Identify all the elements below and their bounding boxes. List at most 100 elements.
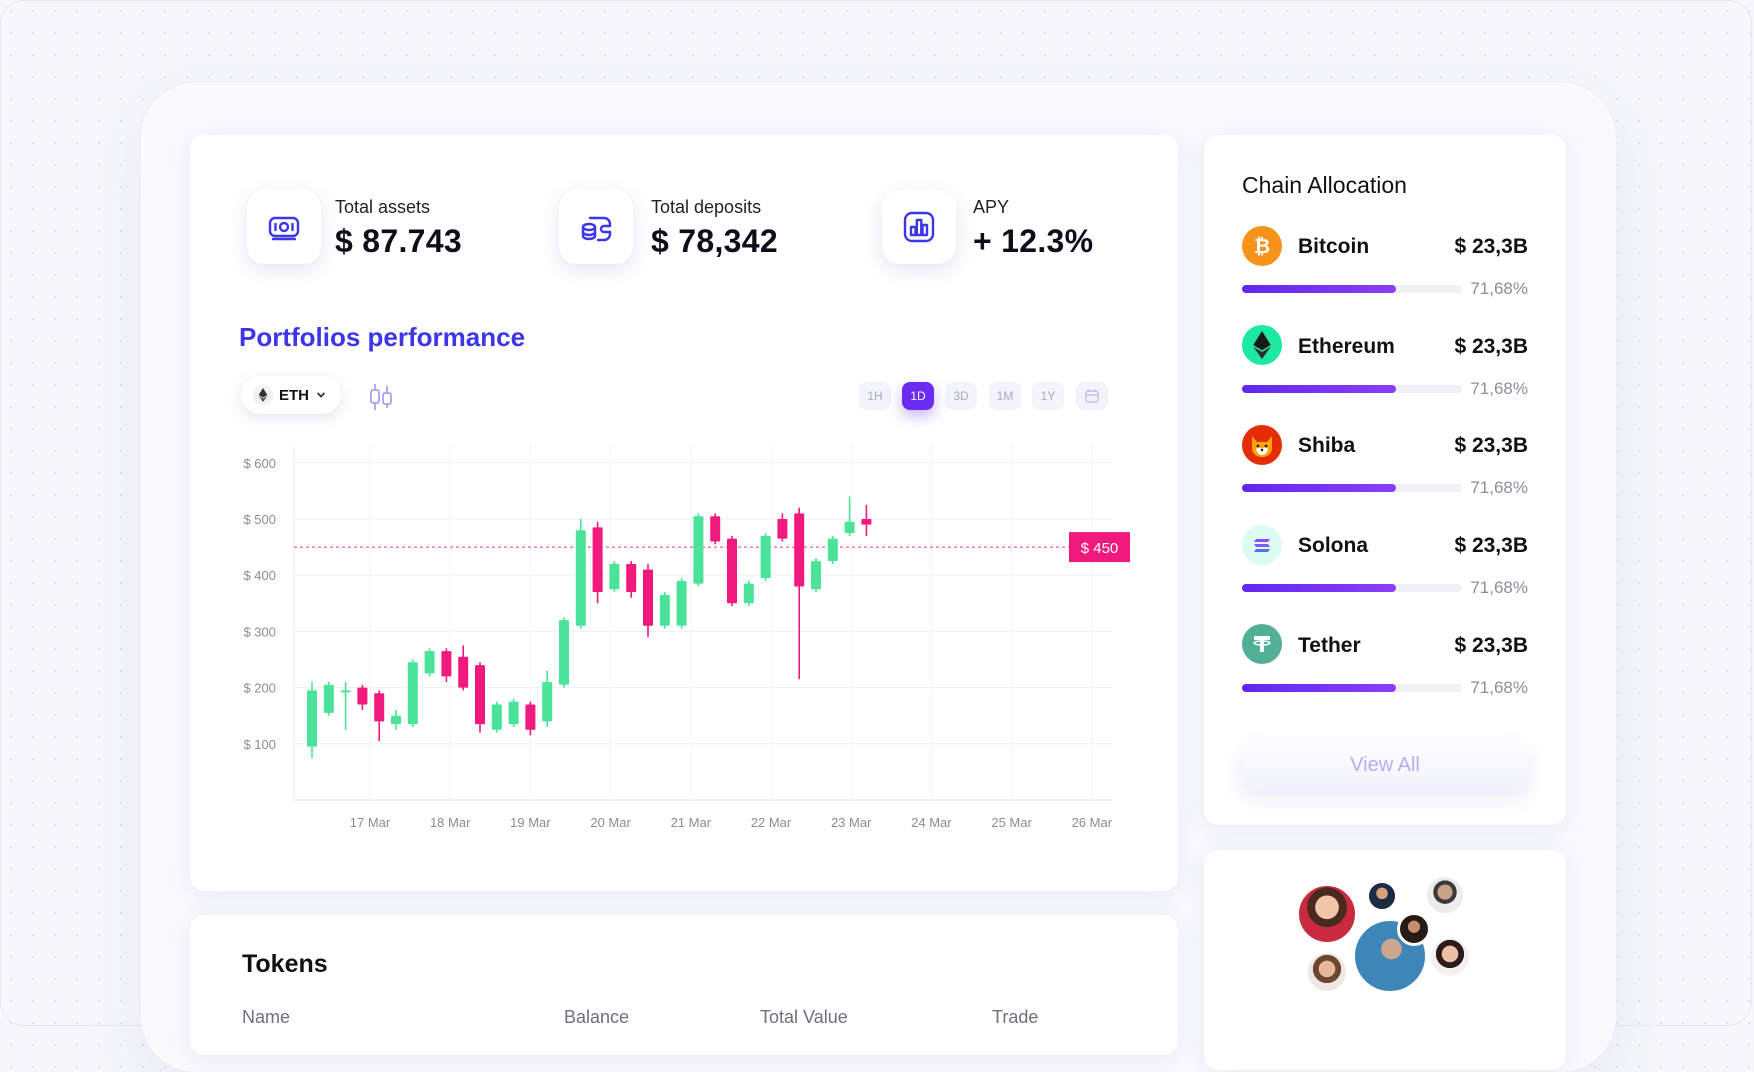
candle-body xyxy=(458,656,469,688)
timeframe-1h[interactable]: 1H xyxy=(859,382,891,410)
allocation-bar-fill xyxy=(1242,385,1396,393)
allocation-bar-fill xyxy=(1242,584,1396,592)
bitcoin-logo-icon: ₿ xyxy=(1242,226,1282,266)
coin-name: Bitcoin xyxy=(1298,235,1370,258)
candle-body xyxy=(609,563,620,590)
coin-percent: 71,68% xyxy=(1470,578,1528,597)
timeframe-1d[interactable]: 1D xyxy=(902,382,934,410)
chain-allocation-title: Chain Allocation xyxy=(1242,172,1407,198)
candle-body xyxy=(508,701,519,725)
coin-percent: 71,68% xyxy=(1470,279,1528,298)
allocation-bar xyxy=(1242,684,1462,692)
candle-body xyxy=(323,684,334,713)
coin-value: $ 23,3B xyxy=(1454,534,1528,557)
candle-body xyxy=(777,519,788,539)
tokens-title: Tokens xyxy=(242,950,328,978)
y-tick-label: $ 300 xyxy=(243,624,276,639)
coin-name: Solona xyxy=(1298,534,1369,557)
banknote-icon xyxy=(268,216,300,241)
avatar xyxy=(1366,880,1398,912)
candle-body xyxy=(374,693,385,722)
candle-body xyxy=(491,704,502,730)
allocation-bar-fill xyxy=(1242,285,1396,293)
coin-name: Tether xyxy=(1298,634,1361,657)
candle-body xyxy=(811,561,821,590)
candle-body xyxy=(760,535,771,579)
tokens-col-total-value: Total Value xyxy=(760,1007,848,1027)
candle-body xyxy=(827,538,838,562)
candle-body xyxy=(794,513,805,587)
total-deposits-icon-box xyxy=(559,190,633,264)
candle-body xyxy=(525,704,536,730)
candlestick-chart: $ 600 $ 500 $ 400 $ 300 $ 200 $ 100 17 Mar 18 M… xyxy=(243,445,1130,830)
solana-logo-icon xyxy=(1242,525,1282,565)
timeframe-calendar[interactable] xyxy=(1076,382,1108,410)
avatar xyxy=(1397,912,1431,946)
x-tick-label: 21 Mar xyxy=(671,815,712,830)
y-tick-label: $ 200 xyxy=(243,681,276,696)
ethereum-small-icon xyxy=(253,385,273,405)
timeframe-3d[interactable]: 3D xyxy=(945,382,977,410)
total-deposits-label: Total deposits xyxy=(651,197,762,217)
coin-value: $ 23,3B xyxy=(1454,335,1528,358)
avatar xyxy=(1428,935,1472,979)
candle-body xyxy=(844,521,855,534)
asset-selector[interactable]: ETH xyxy=(241,376,341,414)
avatar xyxy=(1305,950,1349,994)
coin-value: $ 23,3B xyxy=(1454,434,1528,457)
coin-name: Shiba xyxy=(1298,434,1356,457)
allocation-bar xyxy=(1242,484,1462,492)
candle-body xyxy=(307,690,317,747)
candle-body xyxy=(861,519,872,525)
price-marker-label: $ 450 xyxy=(1081,540,1119,557)
candle-body xyxy=(357,687,368,705)
calendar-icon xyxy=(1085,389,1099,403)
y-tick-label: $ 400 xyxy=(243,568,276,583)
tokens-col-name: Name xyxy=(242,1007,291,1027)
tokens-col-balance: Balance xyxy=(564,1007,630,1027)
total-assets-value: $ 87.743 xyxy=(335,223,462,259)
x-tick-label: 18 Mar xyxy=(430,815,471,830)
candle-body xyxy=(575,530,586,626)
candle-body xyxy=(441,651,452,677)
timeframe-1m[interactable]: 1M xyxy=(989,382,1021,410)
allocation-bar xyxy=(1242,584,1462,592)
avatar xyxy=(1424,874,1466,916)
bar-chart-icon xyxy=(903,211,935,243)
candle-body xyxy=(559,620,569,685)
candle-body xyxy=(592,527,603,593)
allocation-bar xyxy=(1242,285,1462,293)
x-tick-label: 25 Mar xyxy=(991,815,1032,830)
y-tick-label: $ 600 xyxy=(243,456,276,471)
coin-name: Ethereum xyxy=(1298,335,1395,358)
total-assets-label: Total assets xyxy=(335,197,431,217)
y-tick-label: $ 500 xyxy=(243,512,276,527)
tokens-card xyxy=(190,915,1178,1055)
coin-percent: 71,68% xyxy=(1470,379,1528,398)
allocation-bar-fill xyxy=(1242,484,1396,492)
performance-title: Portfolios performance xyxy=(239,322,526,352)
candle-body xyxy=(743,583,754,604)
x-tick-label: 17 Mar xyxy=(350,815,391,830)
x-tick-label: 22 Mar xyxy=(751,815,792,830)
asset-selector-label: ETH xyxy=(279,386,309,404)
view-all-button[interactable]: View All xyxy=(1242,740,1528,790)
candlestick-toggle-icon[interactable] xyxy=(366,382,396,412)
avatar xyxy=(1296,883,1358,945)
allocation-bar xyxy=(1242,385,1462,393)
coin-value: $ 23,3B xyxy=(1454,634,1528,657)
apy-label: APY xyxy=(973,197,1010,217)
apy-value: + 12.3% xyxy=(973,223,1094,259)
coin-percent: 71,68% xyxy=(1470,478,1528,497)
candle-body xyxy=(475,665,485,725)
candle-body xyxy=(424,651,435,674)
candle-body xyxy=(340,690,351,693)
shiba-logo-icon xyxy=(1242,425,1282,465)
coin-value: $ 23,3B xyxy=(1454,235,1528,258)
timeframe-1y[interactable]: 1Y xyxy=(1032,382,1064,410)
x-tick-label: 19 Mar xyxy=(510,815,551,830)
candle-body xyxy=(693,516,704,584)
coin-percent: 71,68% xyxy=(1470,678,1528,697)
total-deposits-value: $ 78,342 xyxy=(651,223,778,259)
candle-body xyxy=(643,569,653,626)
